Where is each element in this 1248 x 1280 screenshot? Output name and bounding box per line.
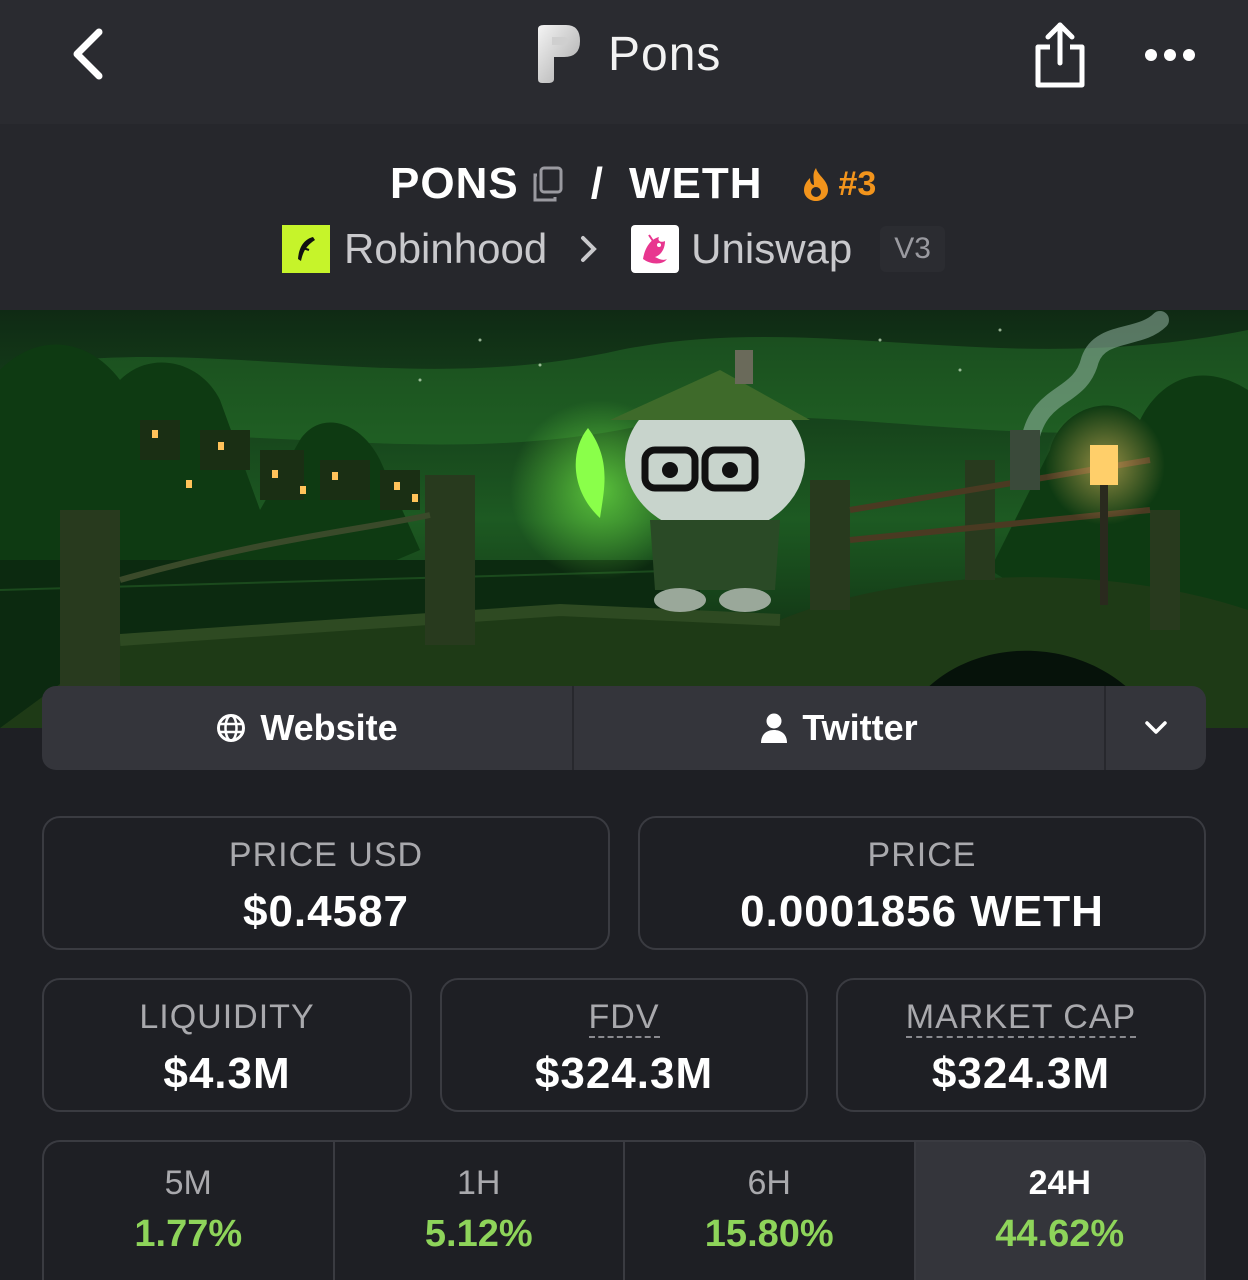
price-native-card: PRICE 0.0001856 WETH xyxy=(638,816,1206,950)
website-button[interactable]: Website xyxy=(42,686,574,770)
price-native-label: PRICE xyxy=(867,836,977,874)
price-usd-value: $0.4587 xyxy=(242,887,410,936)
social-links-bar: Website Twitter xyxy=(42,686,1206,770)
robinhood-chain-icon xyxy=(282,225,330,273)
top-nav-bar: Pons xyxy=(0,0,1248,124)
globe-icon xyxy=(217,714,246,742)
pair-header: PONS / WETH #3 Robinhood Uniswap V3 xyxy=(0,124,1248,310)
price-usd-label: PRICE USD xyxy=(228,836,424,874)
tab-24h-change: 44.62% xyxy=(995,1213,1125,1255)
token-banner-image xyxy=(0,310,1248,728)
price-usd-card: PRICE USD $0.4587 xyxy=(42,816,610,950)
flame-icon xyxy=(804,168,829,201)
uniswap-icon xyxy=(631,225,680,273)
chevron-down-icon xyxy=(1145,721,1167,734)
user-icon xyxy=(761,713,788,743)
pair-separator: / xyxy=(590,159,603,208)
token-logo-icon xyxy=(538,25,580,83)
share-icon xyxy=(1035,22,1085,88)
fdv-label[interactable]: FDV xyxy=(588,998,660,1038)
liquidity-label: LIQUIDITY xyxy=(139,998,315,1036)
chevron-left-icon xyxy=(73,28,103,80)
website-label: Website xyxy=(260,707,398,748)
price-native-value: 0.0001856 WETH xyxy=(740,887,1104,936)
market-cap-label[interactable]: MARKET CAP xyxy=(905,998,1137,1038)
twitter-label: Twitter xyxy=(802,707,918,748)
tab-24h-label: 24H xyxy=(1028,1164,1091,1202)
token-title: Pons xyxy=(530,22,721,86)
copy-icon[interactable] xyxy=(531,166,565,202)
tab-6h-label: 6H xyxy=(747,1164,791,1202)
tab-6h[interactable]: 6H 15.80% xyxy=(625,1142,916,1280)
back-button[interactable] xyxy=(62,24,112,84)
tab-24h[interactable]: 24H 44.62% xyxy=(915,1142,1204,1280)
trending-rank-badge[interactable]: #3 xyxy=(800,165,876,204)
dex-version-badge: V3 xyxy=(880,226,945,272)
liquidity-card: LIQUIDITY $4.3M xyxy=(42,978,412,1112)
chain-dex-row: Robinhood Uniswap V3 xyxy=(282,224,945,274)
market-cap-card[interactable]: MARKET CAP $324.3M xyxy=(836,978,1206,1112)
rank-value: #3 xyxy=(838,164,877,203)
pair-row: PONS / WETH #3 xyxy=(390,158,876,210)
more-links-dropdown[interactable] xyxy=(1106,686,1206,770)
tab-5m[interactable]: 5M 1.77% xyxy=(44,1142,335,1280)
tab-1h-change: 5.12% xyxy=(424,1213,533,1255)
more-horizontal-icon xyxy=(1145,49,1195,61)
tab-5m-change: 1.77% xyxy=(134,1213,243,1255)
tab-1h[interactable]: 1H 5.12% xyxy=(335,1142,625,1280)
tab-6h-change: 15.80% xyxy=(704,1213,834,1255)
chevron-right-icon xyxy=(581,236,598,262)
fdv-card[interactable]: FDV $324.3M xyxy=(440,978,808,1112)
tab-1h-label: 1H xyxy=(457,1164,501,1202)
page-title: Pons xyxy=(608,27,722,81)
market-cap-value: $324.3M xyxy=(931,1049,1111,1098)
share-button[interactable] xyxy=(1030,20,1090,90)
timeframe-tabs: 5M 1.77% 1H 5.12% 6H 15.80% 24H 44.62% xyxy=(42,1140,1206,1280)
liquidity-value: $4.3M xyxy=(163,1049,291,1098)
quote-token-symbol: WETH xyxy=(628,159,763,208)
more-options-button[interactable] xyxy=(1140,30,1200,80)
fdv-value: $324.3M xyxy=(534,1049,714,1098)
chain-name[interactable]: Robinhood xyxy=(344,225,547,273)
base-token-symbol: PONS xyxy=(390,159,519,208)
tab-5m-label: 5M xyxy=(164,1164,212,1202)
twitter-button[interactable]: Twitter xyxy=(574,686,1106,770)
dex-name[interactable]: Uniswap xyxy=(691,225,852,273)
